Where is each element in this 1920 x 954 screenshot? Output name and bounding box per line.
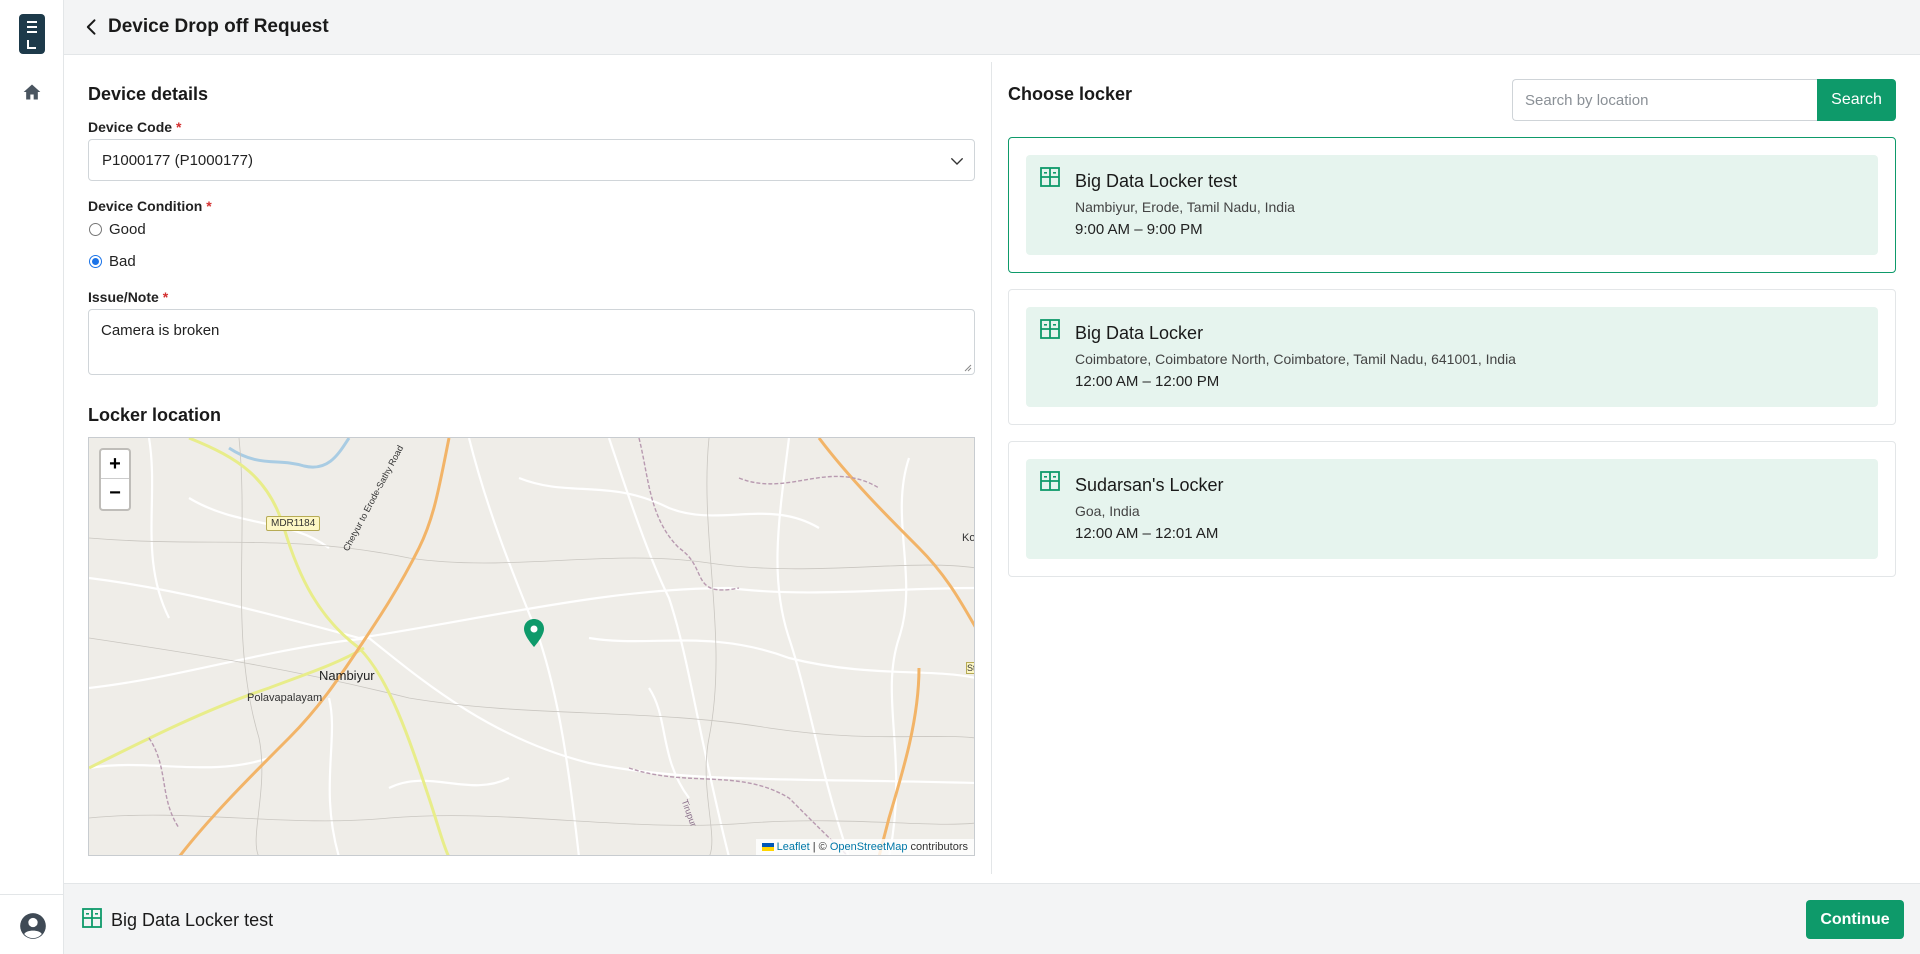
radio-good[interactable] bbox=[89, 222, 102, 236]
locker-address: Goa, India bbox=[1075, 503, 1140, 519]
required-mark: * bbox=[175, 119, 182, 135]
device-code-value: P1000177 (P1000177) bbox=[102, 152, 253, 169]
continue-button[interactable]: Continue bbox=[1806, 900, 1904, 939]
app-logo-icon[interactable] bbox=[19, 14, 45, 54]
zoom-in-button[interactable]: + bbox=[101, 450, 129, 479]
locker-icon bbox=[1040, 319, 1060, 339]
issue-note-label-text: Issue/Note bbox=[88, 289, 159, 305]
locker-hours: 9:00 AM – 9:00 PM bbox=[1075, 221, 1203, 238]
sidebar bbox=[0, 0, 64, 954]
locker-icon bbox=[1040, 471, 1060, 491]
issue-note-textarea[interactable]: Camera is broken bbox=[88, 309, 975, 375]
condition-option-bad[interactable]: Bad bbox=[88, 251, 136, 271]
map-marker-icon[interactable] bbox=[523, 618, 545, 648]
locker-card-body: Sudarsan's Locker Goa, India 12:00 AM – … bbox=[1026, 459, 1878, 559]
home-icon[interactable] bbox=[22, 82, 42, 102]
locker-card-body: Big Data Locker test Nambiyur, Erode, Ta… bbox=[1026, 155, 1878, 255]
locker-name: Big Data Locker bbox=[1075, 323, 1204, 343]
map-label-nambiyur: Nambiyur bbox=[319, 668, 375, 683]
locker-card[interactable]: Big Data Locker Coimbatore, Coimbatore N… bbox=[1008, 289, 1896, 425]
required-mark: * bbox=[206, 198, 212, 214]
back-arrow-icon[interactable] bbox=[82, 17, 102, 37]
map-label-st: St bbox=[966, 662, 975, 674]
attribution-separator: | © bbox=[809, 841, 830, 853]
leaflet-link[interactable]: Leaflet bbox=[777, 841, 810, 853]
page-title: Device Drop off Request bbox=[108, 16, 329, 37]
locker-map[interactable]: + − MDR1184 Chetyur to Erode-Sathy Road … bbox=[88, 437, 975, 856]
locker-card-body: Big Data Locker Coimbatore, Coimbatore N… bbox=[1026, 307, 1878, 407]
bottom-bar: Big Data Locker test Continue bbox=[64, 883, 1920, 954]
radio-bad-label: Bad bbox=[109, 252, 136, 270]
locker-name: Sudarsan's Locker bbox=[1075, 475, 1224, 495]
locker-card[interactable]: Big Data Locker test Nambiyur, Erode, Ta… bbox=[1008, 137, 1896, 273]
openstreetmap-link[interactable]: OpenStreetMap bbox=[830, 841, 908, 853]
condition-option-good[interactable]: Good bbox=[88, 219, 146, 239]
sidebar-divider bbox=[0, 894, 64, 895]
locker-name: Big Data Locker test bbox=[1075, 171, 1238, 191]
issue-note-label: Issue/Note * bbox=[88, 289, 168, 305]
selected-locker-name: Big Data Locker test bbox=[111, 910, 274, 930]
device-condition-label-text: Device Condition bbox=[88, 198, 203, 214]
search-button[interactable]: Search bbox=[1817, 79, 1896, 121]
top-bar: Device Drop off Request bbox=[64, 0, 1920, 55]
map-attribution: Leaflet | © OpenStreetMap contributors bbox=[755, 839, 974, 855]
road-badge: MDR1184 bbox=[266, 516, 321, 531]
user-avatar-icon[interactable] bbox=[19, 912, 47, 940]
device-condition-label: Device Condition * bbox=[88, 198, 212, 214]
map-zoom-control: + − bbox=[99, 448, 131, 511]
locker-icon bbox=[1040, 167, 1060, 187]
map-label-polavapalayam: Polavapalayam bbox=[247, 692, 323, 704]
chevron-down-icon bbox=[951, 158, 963, 165]
map-label-ko: Ko bbox=[962, 532, 975, 544]
attribution-suffix: contributors bbox=[907, 841, 968, 853]
device-code-label: Device Code * bbox=[88, 119, 181, 135]
locker-location-title: Locker location bbox=[88, 405, 222, 425]
resize-grip-icon[interactable] bbox=[964, 364, 972, 372]
locker-card[interactable]: Sudarsan's Locker Goa, India 12:00 AM – … bbox=[1008, 441, 1896, 577]
locker-address: Nambiyur, Erode, Tamil Nadu, India bbox=[1075, 199, 1295, 215]
locker-icon bbox=[82, 908, 102, 928]
locker-hours: 12:00 AM – 12:00 PM bbox=[1075, 373, 1220, 390]
zoom-out-button[interactable]: − bbox=[101, 479, 129, 508]
locker-address: Coimbatore, Coimbatore North, Coimbatore… bbox=[1075, 351, 1516, 367]
device-details-title: Device details bbox=[88, 84, 209, 104]
ukraine-flag-icon bbox=[761, 843, 774, 851]
device-code-label-text: Device Code bbox=[88, 119, 173, 135]
choose-locker-title: Choose locker bbox=[1008, 84, 1133, 104]
device-code-select[interactable]: P1000177 (P1000177) bbox=[88, 139, 975, 181]
search-location-input[interactable] bbox=[1512, 79, 1818, 121]
device-details-panel: Device details Device Code * P1000177 (P… bbox=[88, 62, 976, 874]
required-mark: * bbox=[162, 289, 169, 305]
locker-hours: 12:00 AM – 12:01 AM bbox=[1075, 525, 1219, 542]
issue-note-value: Camera is broken bbox=[101, 322, 220, 339]
radio-bad[interactable] bbox=[89, 254, 102, 268]
radio-good-label: Good bbox=[109, 220, 146, 238]
panel-divider bbox=[991, 62, 992, 874]
